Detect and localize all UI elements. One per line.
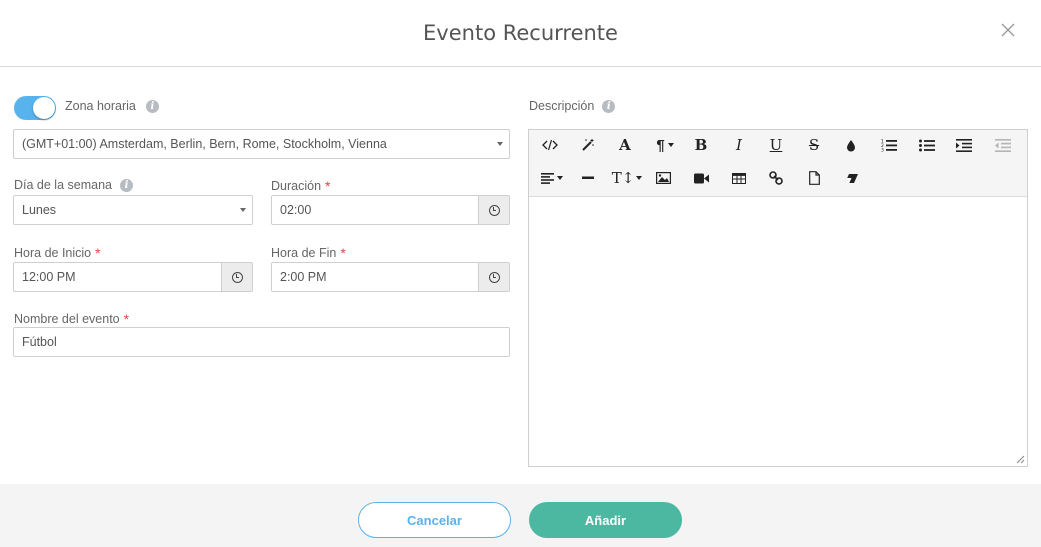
chevron-down-icon bbox=[636, 176, 643, 180]
code-view-icon[interactable] bbox=[536, 134, 564, 156]
timezone-label-group: Zona horaria i bbox=[65, 99, 159, 113]
end-time-input[interactable]: 2:00 PM bbox=[272, 270, 478, 284]
start-time-clock-button[interactable] bbox=[221, 263, 252, 291]
duration-label: Duración bbox=[271, 179, 322, 193]
close-button[interactable] bbox=[999, 21, 1017, 39]
timezone-toggle[interactable] bbox=[14, 96, 56, 120]
start-time-field[interactable]: 12:00 PM bbox=[13, 262, 253, 292]
weekday-label: Día de la semana bbox=[14, 178, 112, 192]
duration-field[interactable]: 02:00 bbox=[271, 195, 510, 225]
video-icon[interactable] bbox=[687, 167, 715, 189]
required-asterisk: * bbox=[95, 245, 101, 261]
add-button[interactable]: Añadir bbox=[529, 502, 682, 538]
description-textarea[interactable] bbox=[529, 197, 1027, 465]
dialog-header: Evento Recurrente bbox=[0, 0, 1041, 67]
event-name-input[interactable]: Fútbol bbox=[14, 335, 509, 349]
duration-label-group: Duración * bbox=[271, 178, 330, 194]
toggle-knob bbox=[33, 97, 55, 119]
table-icon[interactable] bbox=[725, 167, 753, 189]
duration-clock-button[interactable] bbox=[478, 196, 509, 224]
color-drop-icon[interactable] bbox=[837, 134, 865, 156]
required-asterisk: * bbox=[340, 245, 346, 261]
align-left-icon bbox=[541, 172, 554, 184]
underline-icon[interactable]: U bbox=[762, 134, 790, 156]
timezone-label: Zona horaria bbox=[65, 99, 136, 113]
weekday-select-value: Lunes bbox=[22, 203, 57, 217]
end-time-clock-button[interactable] bbox=[478, 263, 509, 291]
end-time-label-group: Hora de Fin * bbox=[271, 245, 346, 261]
line-height-icon: T↕ bbox=[611, 169, 635, 187]
chevron-down-icon bbox=[667, 143, 674, 147]
clock-icon bbox=[231, 271, 243, 283]
start-time-input[interactable]: 12:00 PM bbox=[14, 270, 221, 284]
start-time-label: Hora de Inicio bbox=[14, 246, 92, 260]
dialog-title: Evento Recurrente bbox=[423, 21, 618, 45]
link-icon[interactable] bbox=[762, 167, 790, 189]
timezone-select-value: (GMT+01:00) Amsterdam, Berlin, Bern, Rom… bbox=[22, 137, 387, 151]
outdent-icon[interactable] bbox=[989, 134, 1017, 156]
line-height-dropdown[interactable]: T↕ bbox=[611, 167, 643, 189]
weekday-select[interactable]: Lunes bbox=[13, 195, 253, 225]
timezone-select[interactable]: (GMT+01:00) Amsterdam, Berlin, Bern, Rom… bbox=[13, 129, 510, 159]
paragraph-icon: ¶ bbox=[656, 136, 665, 154]
info-icon[interactable]: i bbox=[119, 178, 133, 192]
description-label: Descripción bbox=[529, 99, 595, 113]
editor-toolbar: A ¶ B I U S 123 T↕ bbox=[529, 130, 1027, 197]
info-icon[interactable]: i bbox=[145, 99, 159, 113]
indent-icon[interactable] bbox=[950, 134, 978, 156]
file-icon[interactable] bbox=[800, 167, 828, 189]
magic-wand-icon[interactable] bbox=[574, 134, 602, 156]
chevron-down-icon bbox=[240, 208, 246, 212]
image-icon[interactable] bbox=[649, 167, 677, 189]
end-time-field[interactable]: 2:00 PM bbox=[271, 262, 510, 292]
description-label-group: Descripción i bbox=[529, 99, 616, 113]
info-icon[interactable]: i bbox=[602, 99, 616, 113]
start-time-label-group: Hora de Inicio * bbox=[14, 245, 101, 261]
event-name-label: Nombre del evento bbox=[14, 312, 120, 326]
chevron-down-icon bbox=[497, 142, 503, 146]
svg-text:3: 3 bbox=[881, 148, 884, 153]
font-icon[interactable]: A bbox=[611, 134, 639, 156]
cancel-button[interactable]: Cancelar bbox=[358, 502, 511, 538]
align-dropdown[interactable] bbox=[536, 167, 568, 189]
paragraph-dropdown[interactable]: ¶ bbox=[649, 134, 681, 156]
dialog-footer: Cancelar Añadir bbox=[0, 484, 1041, 547]
clock-icon bbox=[488, 204, 500, 216]
weekday-label-group: Día de la semana i bbox=[14, 178, 133, 192]
ordered-list-icon[interactable]: 123 bbox=[875, 134, 903, 156]
duration-input[interactable]: 02:00 bbox=[272, 203, 478, 217]
bold-icon[interactable]: B bbox=[687, 134, 715, 156]
horizontal-rule-icon[interactable] bbox=[574, 167, 602, 189]
clock-icon bbox=[488, 271, 500, 283]
resize-handle-icon[interactable] bbox=[1016, 455, 1025, 464]
event-name-label-group: Nombre del evento * bbox=[14, 311, 129, 327]
description-editor: A ¶ B I U S 123 T↕ bbox=[528, 129, 1028, 467]
unordered-list-icon[interactable] bbox=[913, 134, 941, 156]
event-name-field[interactable]: Fútbol bbox=[13, 327, 510, 357]
required-asterisk: * bbox=[325, 178, 331, 194]
italic-icon[interactable]: I bbox=[725, 134, 753, 156]
chevron-down-icon bbox=[557, 176, 563, 180]
required-asterisk: * bbox=[123, 311, 130, 327]
eraser-icon[interactable] bbox=[837, 167, 865, 189]
end-time-label: Hora de Fin bbox=[271, 246, 337, 260]
strikethrough-icon[interactable]: S bbox=[800, 134, 828, 156]
close-icon bbox=[1001, 23, 1015, 37]
